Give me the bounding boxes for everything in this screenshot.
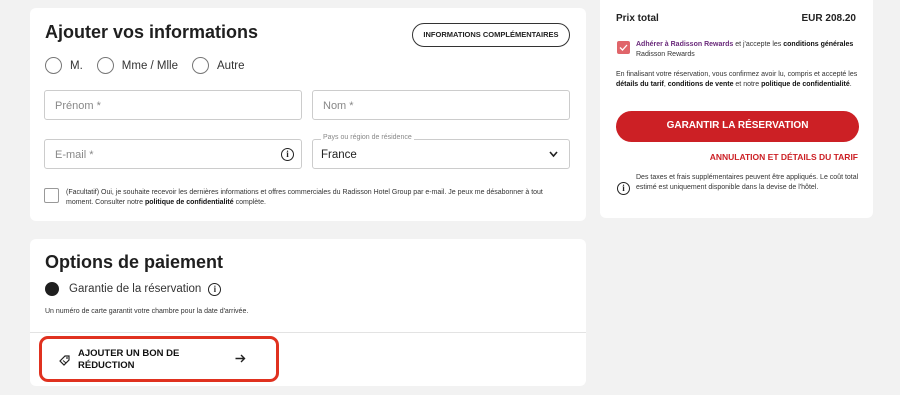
guarantee-note: Un numéro de carte garantit votre chambr… xyxy=(45,308,249,315)
rewards-conditions-link[interactable]: conditions générales xyxy=(783,41,853,48)
cancellation-details-link[interactable]: ANNULATION ET DÉTAILS DU TARIF xyxy=(710,152,858,162)
guest-info-title: Ajouter vos informations xyxy=(45,22,259,42)
email-info-icon[interactable]: i xyxy=(281,148,294,161)
rewards-checkbox[interactable] xyxy=(617,41,630,54)
voucher-label-line2: RÉDUCTION xyxy=(78,360,135,371)
divider xyxy=(30,332,586,333)
guarantee-option[interactable]: Garantie de la réservation i xyxy=(45,282,222,296)
guest-info-card: Ajouter vos informations INFORMATIONS CO… xyxy=(30,8,586,221)
chevron-down-icon xyxy=(549,151,558,158)
privacy-policy-link[interactable]: politique de confidentialité xyxy=(145,199,234,206)
booking-summary-card: Prix total EUR 208.20 Adhérer à Radisson… xyxy=(600,0,873,218)
country-select[interactable]: Pays ou région de résidence France xyxy=(312,134,570,169)
total-price-label: Prix total xyxy=(616,13,659,24)
title-option-label: Autre xyxy=(217,59,245,72)
guarantee-label: Garantie de la réservation xyxy=(69,283,202,295)
payment-options-card: Options de paiement Garantie de la réser… xyxy=(30,239,586,386)
add-voucher-button[interactable]: AJOUTER UN BON DE RÉDUCTION xyxy=(58,348,179,372)
title-option-label: M. xyxy=(70,59,83,72)
sale-conditions-link[interactable]: conditions de vente xyxy=(668,81,734,88)
more-info-button[interactable]: INFORMATIONS COMPLÉMENTAIRES xyxy=(412,23,570,47)
legal-text: En finalisant votre réservation, vous co… xyxy=(616,71,858,88)
voucher-tag-icon xyxy=(59,355,70,366)
radio-other[interactable] xyxy=(192,57,210,74)
email-field[interactable]: E-mail * i xyxy=(44,139,302,169)
checkmark-icon xyxy=(619,44,628,51)
taxes-note: Des taxes et frais supplémentaires peuve… xyxy=(636,174,859,191)
newsletter-checkbox[interactable] xyxy=(44,188,59,203)
radio-guarantee[interactable] xyxy=(45,282,59,296)
last-name-placeholder: Nom * xyxy=(323,100,354,112)
rewards-link[interactable]: Adhérer à Radisson Rewards xyxy=(636,41,733,48)
first-name-placeholder: Prénom * xyxy=(55,100,101,112)
title-option-mrs[interactable]: Mme / Mlle xyxy=(96,57,179,74)
title-option-mr[interactable]: M. xyxy=(45,57,83,74)
payment-options-title: Options de paiement xyxy=(45,252,224,272)
email-placeholder: E-mail * xyxy=(55,149,94,161)
guarantee-info-icon[interactable]: i xyxy=(208,282,222,296)
rewards-text: Adhérer à Radisson Rewards et j'accepte … xyxy=(636,41,854,58)
privacy-link[interactable]: politique de confidentialité xyxy=(761,81,850,88)
taxes-info-icon: i xyxy=(617,182,630,195)
country-label: Pays ou région de résidence xyxy=(321,134,414,141)
first-name-field[interactable]: Prénom * xyxy=(44,90,302,120)
tariff-details-link[interactable]: détails du tarif xyxy=(616,81,664,88)
radio-mr[interactable] xyxy=(45,57,62,74)
newsletter-text: (Facultatif) Oui, je souhaite recevoir l… xyxy=(66,189,543,206)
title-option-label: Mme / Mlle xyxy=(121,59,179,72)
radio-mrs[interactable] xyxy=(96,57,114,74)
title-radio-group: M. Mme / Mlle Autre xyxy=(45,57,259,74)
guarantee-booking-button[interactable]: GARANTIR LA RÉSERVATION xyxy=(616,111,859,142)
arrow-right-icon xyxy=(235,354,246,363)
last-name-field[interactable]: Nom * xyxy=(312,90,570,120)
voucher-label-line1: AJOUTER UN BON DE xyxy=(78,348,180,359)
country-value: France xyxy=(321,149,357,161)
title-option-other[interactable]: Autre xyxy=(192,57,245,74)
total-price-value: EUR 208.20 xyxy=(801,13,856,24)
